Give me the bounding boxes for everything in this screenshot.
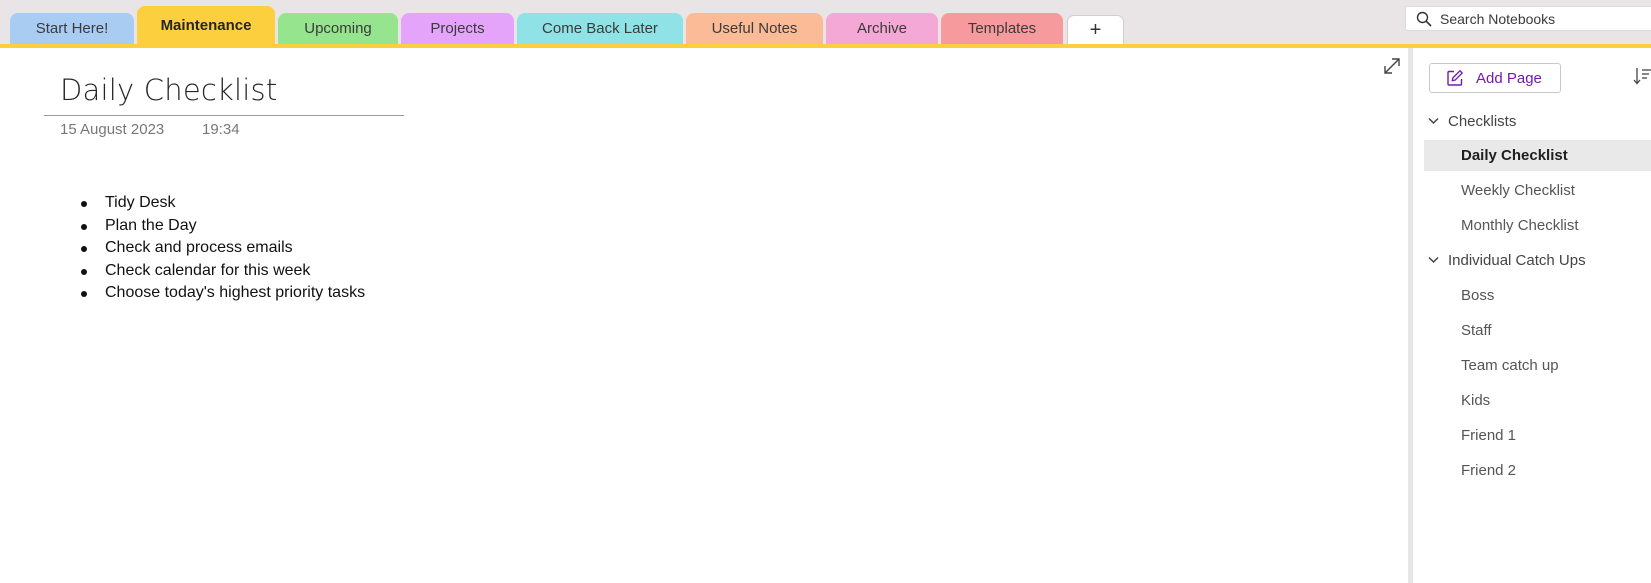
chevron-down-icon [1428,117,1439,125]
page-item-daily-checklist[interactable]: Daily Checklist [1424,140,1651,171]
section-label: Individual Catch Ups [1448,251,1586,269]
add-page-button[interactable]: Add Page [1429,63,1561,93]
page-title[interactable]: Daily Checklist [60,73,277,107]
list-item[interactable]: Check calendar for this week [80,260,365,283]
page-item-staff[interactable]: Staff [1424,315,1651,346]
page-item-boss[interactable]: Boss [1424,280,1651,311]
tab-maintenance[interactable]: Maintenance [137,6,275,44]
search-input[interactable] [1440,10,1630,27]
page-time: 19:34 [202,121,240,138]
pages-pane: Add Page Checklists Daily Checklist Week… [1413,48,1651,583]
list-item[interactable]: Check and process emails [80,237,365,260]
tab-archive[interactable]: Archive [826,13,938,44]
page-item-friend-2[interactable]: Friend 2 [1424,455,1651,486]
page-item-friend-1[interactable]: Friend 1 [1424,420,1651,451]
tab-come-back-later[interactable]: Come Back Later [517,13,683,44]
section-label: Checklists [1448,112,1517,130]
tab-upcoming[interactable]: Upcoming [278,13,398,44]
page-item-team-catch-up[interactable]: Team catch up [1424,350,1651,381]
chevron-down-icon [1428,256,1439,264]
search-box[interactable] [1405,6,1651,31]
page-canvas[interactable]: Daily Checklist 15 August 2023 19:34 Tid… [0,48,1408,583]
list-item[interactable]: Choose today's highest priority tasks [80,282,365,305]
tab-projects[interactable]: Projects [401,13,514,44]
page-date: 15 August 2023 [60,121,165,138]
notebook-tab-bar: Start Here! Maintenance Upcoming Project… [0,0,1651,48]
sort-icon[interactable] [1633,66,1651,86]
tab-start-here[interactable]: Start Here! [10,13,134,44]
add-tab-button[interactable]: + [1067,15,1124,44]
section-checklists[interactable]: Checklists [1413,105,1651,137]
tab-useful-notes[interactable]: Useful Notes [686,13,823,44]
page-item-kids[interactable]: Kids [1424,385,1651,416]
expand-icon[interactable] [1383,57,1401,75]
add-page-icon [1447,69,1464,86]
section-individual-catch-ups[interactable]: Individual Catch Ups [1413,244,1651,276]
page-item-monthly-checklist[interactable]: Monthly Checklist [1424,210,1651,241]
tab-templates[interactable]: Templates [941,13,1063,44]
title-divider [44,115,404,116]
page-item-weekly-checklist[interactable]: Weekly Checklist [1424,175,1651,206]
add-page-label: Add Page [1476,69,1542,87]
list-item[interactable]: Tidy Desk [80,192,365,215]
checklist: Tidy Desk Plan the Day Check and process… [80,192,365,305]
list-item[interactable]: Plan the Day [80,215,365,238]
search-icon [1416,11,1432,27]
